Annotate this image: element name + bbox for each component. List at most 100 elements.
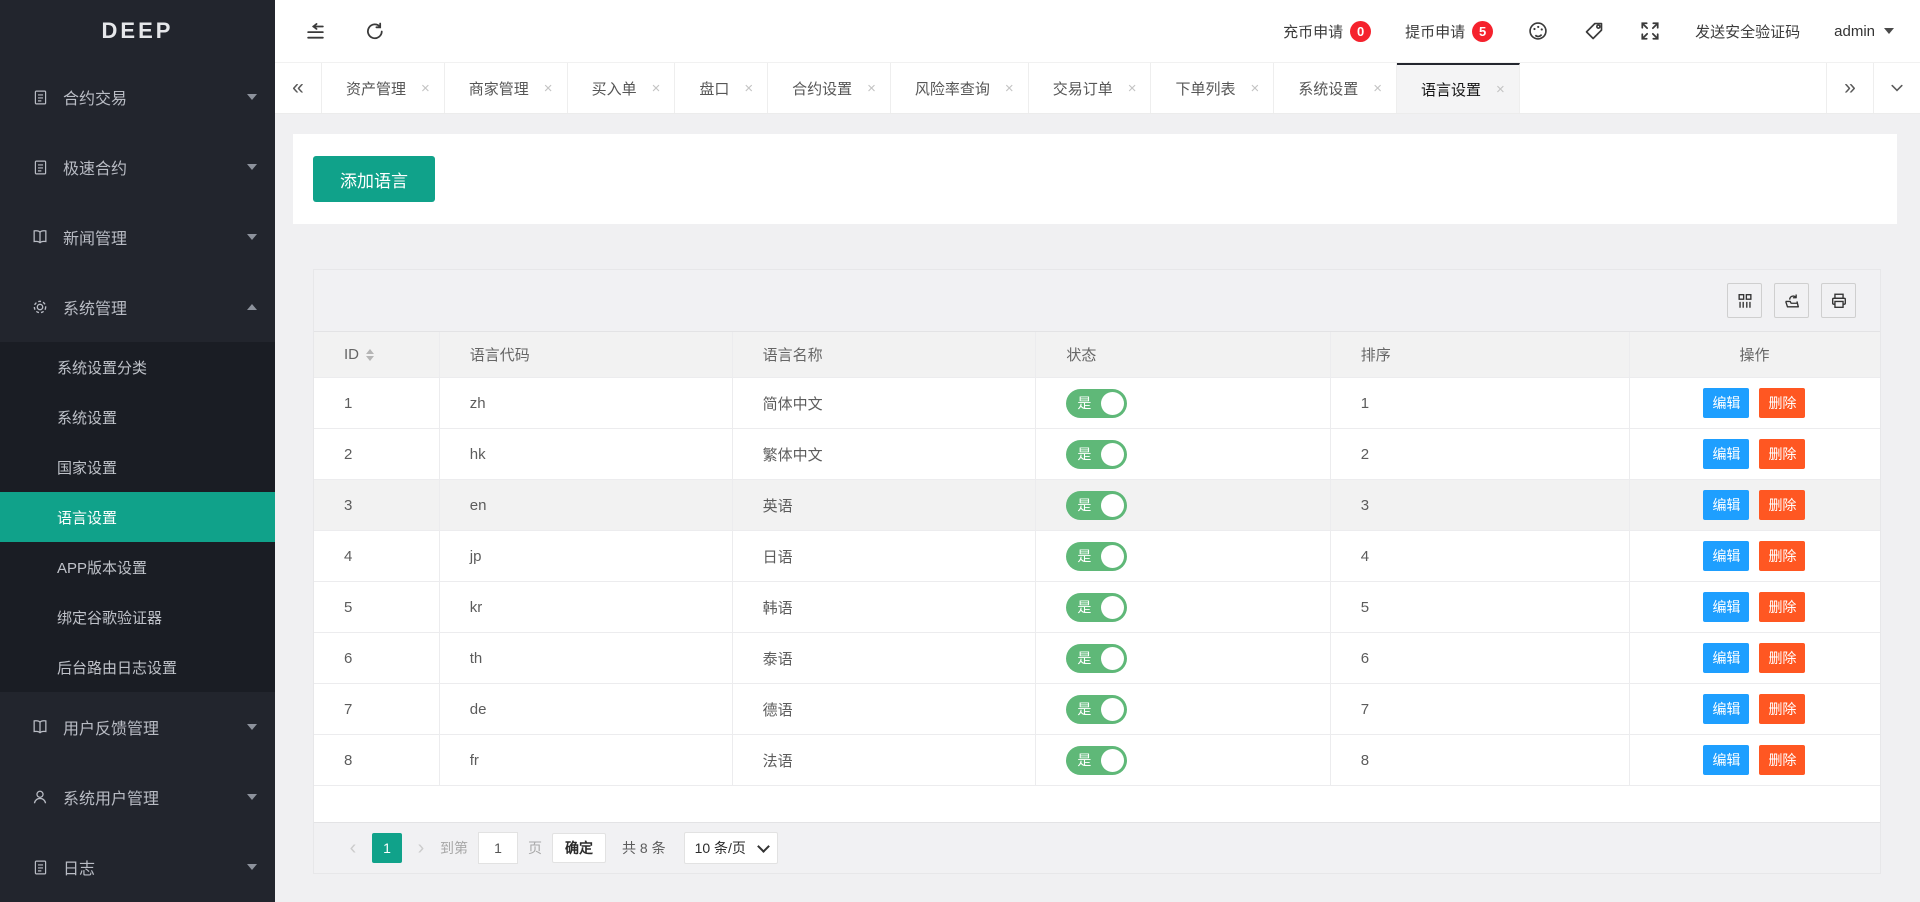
scroll-tabs-right-button[interactable]: » (1826, 63, 1873, 113)
sidebar-subitem[interactable]: 系统设置分类 (0, 342, 275, 392)
close-tab-icon[interactable]: × (1128, 80, 1137, 97)
book-icon (30, 717, 50, 737)
edit-button[interactable]: 编辑 (1703, 643, 1749, 673)
close-tab-icon[interactable]: × (1496, 81, 1505, 98)
send-security-code-button[interactable]: 发送安全验证码 (1695, 21, 1800, 42)
tab[interactable]: 买入单× (568, 63, 676, 113)
sidebar-item[interactable]: 合约交易 (0, 62, 275, 132)
sidebar-item[interactable]: 新闻管理 (0, 202, 275, 272)
cell-code: jp (439, 531, 732, 582)
tab[interactable]: 商家管理× (445, 63, 568, 113)
column-header-sort: 排序 (1330, 332, 1629, 378)
delete-button[interactable]: 删除 (1759, 439, 1805, 469)
close-tab-icon[interactable]: × (1005, 80, 1014, 97)
chevron-down-icon (247, 94, 257, 100)
sidebar-subitem[interactable]: 语言设置 (0, 492, 275, 542)
next-page-button[interactable]: › (412, 838, 430, 858)
sort-icon[interactable] (366, 349, 374, 361)
sidebar-subitem[interactable]: 绑定谷歌验证器 (0, 592, 275, 642)
status-toggle[interactable]: 是 (1066, 389, 1127, 418)
status-toggle[interactable]: 是 (1066, 644, 1127, 673)
close-tab-icon[interactable]: × (1373, 80, 1382, 97)
delete-button[interactable]: 删除 (1759, 388, 1805, 418)
tab[interactable]: 交易订单× (1029, 63, 1152, 113)
withdraw-requests-link[interactable]: 提币申请 5 (1405, 21, 1493, 42)
delete-button[interactable]: 删除 (1759, 745, 1805, 775)
export-icon (1783, 292, 1801, 310)
tab[interactable]: 资产管理× (322, 63, 445, 113)
close-tab-icon[interactable]: × (421, 80, 430, 97)
sidebar-item[interactable]: 系统管理 (0, 272, 275, 342)
print-button[interactable] (1821, 283, 1856, 318)
deposit-requests-link[interactable]: 充币申请 0 (1283, 21, 1371, 42)
edit-button[interactable]: 编辑 (1703, 439, 1749, 469)
status-toggle[interactable]: 是 (1066, 440, 1127, 469)
cell-sort: 1 (1330, 378, 1629, 429)
edit-button[interactable]: 编辑 (1703, 541, 1749, 571)
tab[interactable]: 合约设置× (768, 63, 891, 113)
filter-columns-button[interactable] (1727, 283, 1762, 318)
sidebar-item[interactable]: 系统用户管理 (0, 762, 275, 832)
edit-button[interactable]: 编辑 (1703, 490, 1749, 520)
sidebar-subitem[interactable]: APP版本设置 (0, 542, 275, 592)
sidebar-subitem[interactable]: 系统设置 (0, 392, 275, 442)
goto-page-input[interactable] (478, 832, 518, 864)
status-toggle[interactable]: 是 (1066, 542, 1127, 571)
edit-button[interactable]: 编辑 (1703, 745, 1749, 775)
tab[interactable]: 系统设置× (1274, 63, 1397, 113)
close-tab-icon[interactable]: × (744, 80, 753, 97)
scroll-tabs-left-button[interactable]: « (275, 63, 322, 113)
status-toggle[interactable]: 是 (1066, 593, 1127, 622)
export-button[interactable] (1774, 283, 1809, 318)
per-page-select[interactable]: 10 条/页 (684, 832, 778, 864)
delete-button[interactable]: 删除 (1759, 490, 1805, 520)
refresh-button[interactable] (364, 21, 385, 42)
sidebar-item[interactable]: 用户反馈管理 (0, 692, 275, 762)
status-toggle[interactable]: 是 (1066, 746, 1127, 775)
sidebar-item[interactable]: 极速合约 (0, 132, 275, 202)
add-language-button[interactable]: 添加语言 (313, 156, 435, 202)
cell-code: zh (439, 378, 732, 429)
tag-icon (1583, 20, 1605, 42)
goto-confirm-button[interactable]: 确定 (552, 833, 606, 863)
tab[interactable]: 语言设置× (1397, 63, 1520, 113)
edit-button[interactable]: 编辑 (1703, 694, 1749, 724)
sidebar-subitem[interactable]: 国家设置 (0, 442, 275, 492)
tag-button[interactable] (1583, 20, 1605, 42)
total-count-label: 共 8 条 (622, 838, 666, 858)
tab[interactable]: 盘口× (675, 63, 768, 113)
cell-sort: 4 (1330, 531, 1629, 582)
tab[interactable]: 下单列表× (1151, 63, 1274, 113)
current-page-button[interactable]: 1 (372, 833, 402, 863)
theme-button[interactable] (1527, 20, 1549, 42)
status-toggle[interactable]: 是 (1066, 491, 1127, 520)
delete-button[interactable]: 删除 (1759, 592, 1805, 622)
tab[interactable]: 风险率查询× (891, 63, 1029, 113)
palette-icon (1527, 20, 1549, 42)
file-icon (30, 157, 50, 177)
edit-button[interactable]: 编辑 (1703, 592, 1749, 622)
status-toggle[interactable]: 是 (1066, 695, 1127, 724)
cell-actions: 编辑删除 (1629, 378, 1880, 429)
close-tab-icon[interactable]: × (652, 80, 661, 97)
toggle-knob (1101, 698, 1124, 721)
close-tab-icon[interactable]: × (1250, 80, 1259, 97)
cell-id: 2 (314, 429, 439, 480)
delete-button[interactable]: 删除 (1759, 643, 1805, 673)
table-toolbar (314, 270, 1880, 332)
user-menu[interactable]: admin (1834, 23, 1894, 40)
sidebar-subitem[interactable]: 后台路由日志设置 (0, 642, 275, 692)
edit-button[interactable]: 编辑 (1703, 388, 1749, 418)
sidebar-item[interactable]: 日志 (0, 832, 275, 902)
column-header-id[interactable]: ID (314, 332, 439, 378)
delete-button[interactable]: 删除 (1759, 541, 1805, 571)
collapse-sidebar-button[interactable] (305, 21, 326, 42)
close-tab-icon[interactable]: × (867, 80, 876, 97)
table-header-row: ID 语言代码 语言名称 状态 排序 操作 (314, 332, 1880, 378)
delete-button[interactable]: 删除 (1759, 694, 1805, 724)
navbar-right: 充币申请 0 提币申请 5 (1283, 20, 1894, 42)
fullscreen-button[interactable] (1639, 20, 1661, 42)
tab-options-button[interactable] (1873, 63, 1920, 113)
close-tab-icon[interactable]: × (544, 80, 553, 97)
prev-page-button[interactable]: ‹ (344, 838, 362, 858)
